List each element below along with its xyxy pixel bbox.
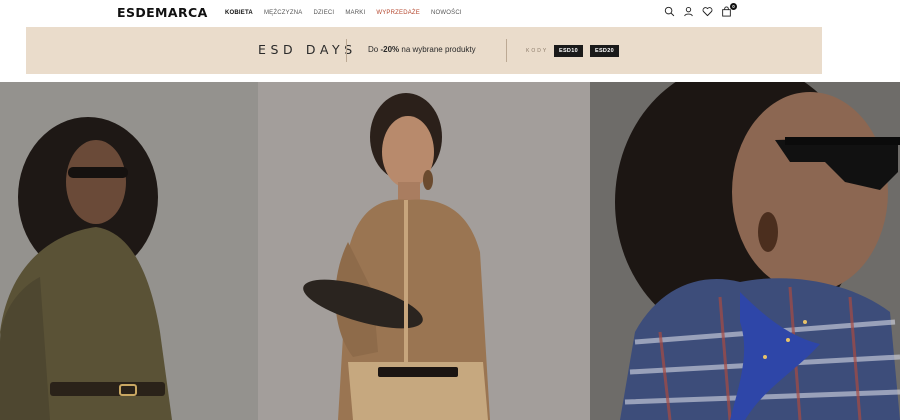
cart-count-badge: 0 [730,3,737,10]
user-icon[interactable] [683,6,694,17]
main-nav: KOBIETA MĘŻCZYZNA DZIECI MARKI WYPRZEDAŻ… [225,10,462,16]
promo-banner[interactable]: ESD DAYS Do -20% na wybrane produkty KOD… [26,27,822,74]
codes-label: KODY [526,48,549,54]
promo-text-suffix: na wybrane produkty [399,45,476,54]
heart-icon[interactable] [702,6,713,17]
nav-item-kobieta[interactable]: KOBIETA [225,10,253,16]
promo-divider [346,39,347,62]
nav-item-marki[interactable]: MARKI [345,10,365,16]
promo-discount: -20% [380,45,400,54]
nav-item-nowosci[interactable]: NOWOŚCI [431,10,462,16]
nav-item-wyprzedaze[interactable]: WYPRZEDAŻE [376,10,420,16]
hero-image-middle[interactable] [258,82,590,420]
hero-image-left[interactable] [0,82,258,420]
promo-text: Do -20% na wybrane produkty [368,45,476,54]
promo-divider [506,39,507,62]
nav-item-mezczyzna[interactable]: MĘŻCZYZNA [264,10,302,16]
promo-text-prefix: Do [368,45,381,54]
promo-code-esd20[interactable]: ESD20 [590,45,619,57]
header-icons: 0 [664,3,737,17]
hero-image-right[interactable] [590,82,900,420]
bag-icon[interactable]: 0 [721,3,737,17]
site-header: ESDEMARCA KOBIETA MĘŻCZYZNA DZIECI MARKI… [0,0,900,26]
brand-logo[interactable]: ESDEMARCA [117,5,208,20]
promo-code-esd10[interactable]: ESD10 [554,45,583,57]
search-icon[interactable] [664,6,675,17]
hero-banner[interactable] [0,82,900,420]
promo-title: ESD DAYS [258,42,357,57]
nav-item-dzieci[interactable]: DZIECI [313,10,334,16]
